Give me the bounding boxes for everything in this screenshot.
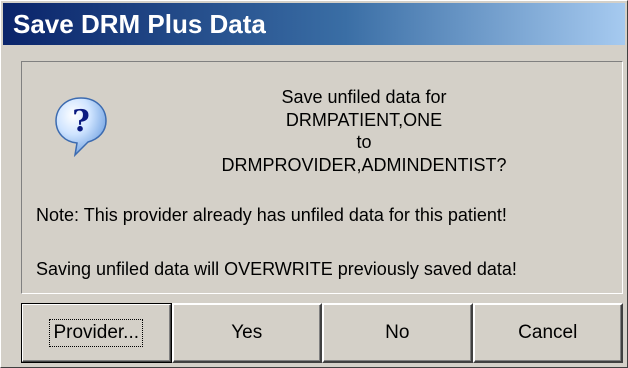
cancel-button[interactable]: Cancel: [472, 303, 623, 363]
note-text: Note: This provider already has unfiled …: [36, 205, 507, 225]
message-line: Save unfiled data for: [281, 87, 447, 107]
message-line: to: [356, 132, 372, 152]
yes-button-label: Yes: [231, 322, 263, 343]
provider-button[interactable]: Provider...: [21, 303, 172, 363]
message-text: Save unfiled data for DRMPATIENT,ONE to …: [122, 86, 606, 176]
provider-button-label: Provider...: [49, 319, 144, 347]
dialog-window: Save DRM Plus Data ? Save unfiled data f…: [0, 0, 628, 368]
warning-text: Saving unfiled data will OVERWRITE previ…: [36, 259, 517, 279]
yes-button[interactable]: Yes: [171, 303, 322, 363]
svg-text:?: ?: [72, 104, 90, 139]
question-icon: ?: [55, 97, 107, 157]
no-button[interactable]: No: [322, 303, 473, 363]
cancel-button-label: Cancel: [518, 322, 578, 343]
message-line: DRMPROVIDER,ADMINDENTIST?: [221, 154, 507, 175]
window-title: Save DRM Plus Data: [13, 9, 266, 39]
button-bar: Provider... Yes No Cancel: [21, 303, 623, 363]
no-button-label: No: [385, 322, 410, 343]
message-panel: ? Save unfiled data for DRMPATIENT,ONE t…: [21, 61, 623, 294]
message-line: DRMPATIENT,ONE: [285, 109, 443, 130]
title-bar[interactable]: Save DRM Plus Data: [3, 3, 625, 45]
